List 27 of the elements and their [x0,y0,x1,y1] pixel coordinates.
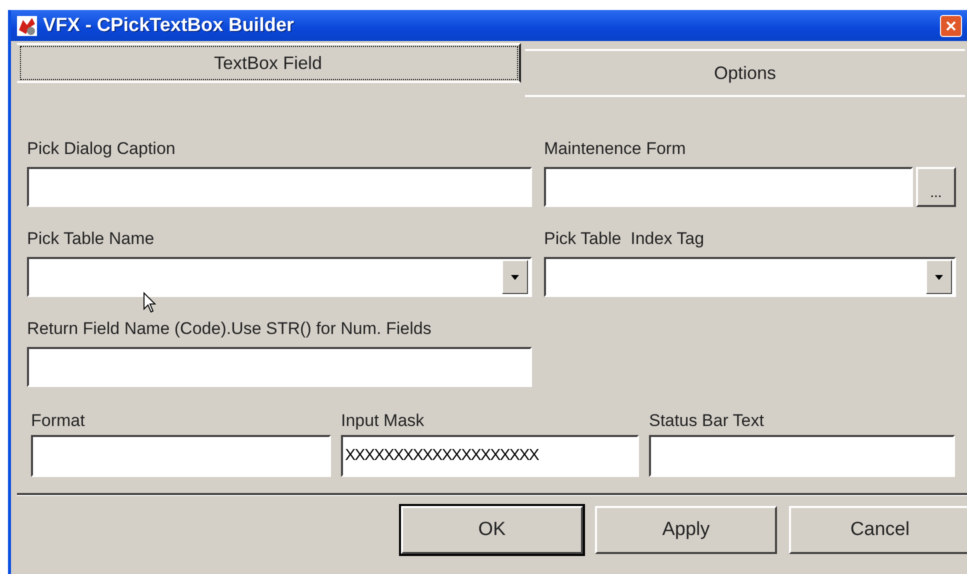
field-label: Input Mask [341,411,426,431]
dropdown-field[interactable] [27,257,532,297]
field-label: Pick Dialog Caption [27,139,176,159]
browse-button[interactable]: ... [916,167,956,207]
dropdown-field[interactable] [544,257,956,297]
text-field[interactable] [27,347,532,387]
field-label: Maintenence Form [544,139,687,159]
field-label: Pick Table Index Tag [544,229,706,249]
text-field[interactable] [544,167,913,207]
dialog-button[interactable]: OK [401,506,583,554]
field-label: Pick Table Name [27,229,156,249]
field-label: Status Bar Text [649,411,765,431]
dialog-button[interactable]: Apply [595,506,777,554]
text-field[interactable]: XXXXXXXXXXXXXXXXXXXX [341,435,639,477]
text-field[interactable] [31,435,331,477]
close-button[interactable] [940,14,962,36]
text-field[interactable] [27,167,532,207]
tab[interactable]: Options [525,49,965,97]
dialog-button[interactable]: Cancel [789,506,967,554]
text-field[interactable] [649,435,955,477]
close-icon [945,20,957,32]
tab[interactable]: TextBox Field [17,43,521,83]
app-icon [17,16,37,36]
mouse-pointer-icon [143,292,157,314]
field-label: Format [31,411,86,431]
window-title: VFX - CPickTextBox Builder [43,14,294,36]
field-label: Return Field Name (Code).Use STR() for Num. Fields [27,319,432,339]
